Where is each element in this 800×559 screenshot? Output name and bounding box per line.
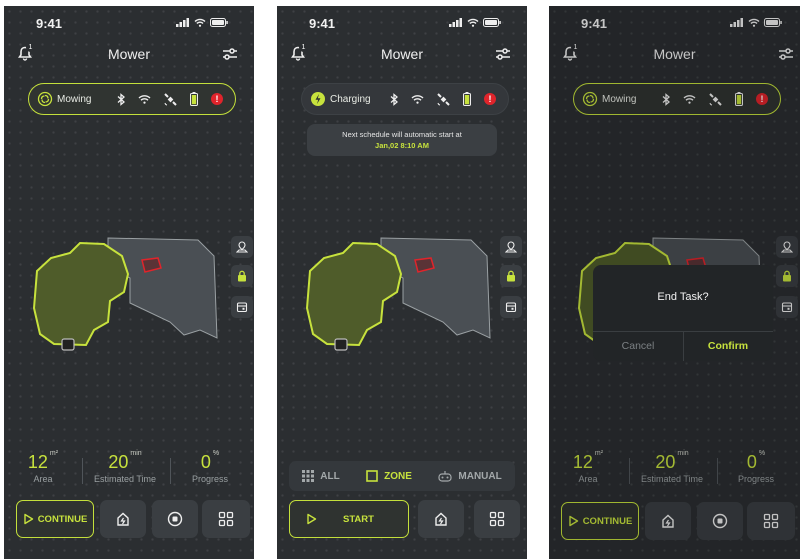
stat-unit: m² <box>49 450 59 457</box>
screen-charging: 9:41 1 Mower Charging ! Next schedule wi… <box>277 6 527 559</box>
continue-button[interactable]: CONTINUE <box>16 500 94 538</box>
return-home-button[interactable] <box>418 500 464 538</box>
cancel-button[interactable]: Cancel <box>593 331 683 361</box>
menu-grid-button[interactable] <box>202 500 250 538</box>
system-status-icons <box>176 18 228 27</box>
stat-label: Progress <box>191 474 228 484</box>
tab-label: ZONE <box>384 470 412 482</box>
stop-button[interactable] <box>152 500 198 538</box>
tab-zone[interactable]: ZONE <box>366 470 412 482</box>
task-stats: 12 m² Area 20 min Estimated Time 0% Progre… <box>4 450 254 492</box>
settings-button[interactable] <box>495 47 511 66</box>
screen-mowing: 9:41 1 Mower Mowing ! 12 m² Area 20 min … <box>4 6 254 559</box>
calendar-button[interactable] <box>231 296 253 318</box>
home-icon <box>435 512 447 526</box>
tab-manual[interactable]: MANUAL <box>438 470 502 482</box>
stat-label: Estimated Time <box>93 474 157 484</box>
tab-all[interactable]: ALL <box>302 470 340 482</box>
status-time: 9:41 <box>36 16 63 31</box>
lock-button[interactable] <box>231 265 253 287</box>
calendar-button[interactable] <box>500 296 522 318</box>
device-state-label: Mowing <box>57 93 92 105</box>
alert-icon[interactable]: ! <box>484 93 496 105</box>
stat-value: 0 <box>200 452 211 472</box>
mowing-icon <box>37 91 53 107</box>
continue-label: CONTINUE <box>37 513 88 525</box>
lock-icon <box>238 270 246 282</box>
filter-icon <box>496 48 510 60</box>
lock-icon <box>507 270 515 282</box>
wifi-status-icon <box>467 18 479 27</box>
filter-icon <box>223 48 237 60</box>
lawn-map[interactable] <box>4 226 254 356</box>
stat-estimated-time: 20 min Estimated Time <box>90 450 160 484</box>
confirm-button[interactable]: Confirm <box>683 331 773 361</box>
stat-value: 20 <box>108 452 129 472</box>
signal-icon <box>176 18 189 27</box>
calendar-icon <box>236 302 248 313</box>
schedule-notice: Next schedule will automatic start at Ja… <box>307 124 497 156</box>
grid-all-icon <box>302 470 315 482</box>
battery-icon <box>463 92 471 106</box>
settings-button[interactable] <box>222 47 238 66</box>
device-state-label: Charging <box>330 93 371 105</box>
dialog-title: End Task? <box>657 291 709 303</box>
stat-unit: min <box>130 450 142 457</box>
map-pin-button[interactable] <box>231 236 253 258</box>
lock-button[interactable] <box>500 265 522 287</box>
satellite-icon <box>164 92 177 106</box>
system-status-icons <box>449 18 501 27</box>
grid-icon <box>218 511 234 527</box>
start-button[interactable]: START <box>289 500 409 538</box>
notice-text: Next schedule will automatic start at <box>342 130 462 139</box>
home-icon <box>117 512 129 526</box>
tab-label: ALL <box>320 470 340 482</box>
stop-icon <box>167 511 183 527</box>
start-label: START <box>343 513 374 525</box>
stat-unit: % <box>212 450 220 457</box>
notice-datetime: Jan,02 8:10 AM <box>375 141 429 150</box>
return-home-button[interactable] <box>100 500 146 538</box>
tab-label: MANUAL <box>458 470 502 482</box>
wifi-status-icon <box>194 18 206 27</box>
satellite-icon <box>437 92 450 106</box>
alert-icon[interactable]: ! <box>211 93 223 105</box>
wifi-icon <box>138 95 151 104</box>
page-title: Mower <box>107 46 150 62</box>
map-pin-icon <box>505 241 517 253</box>
gamepad-icon <box>438 471 453 482</box>
bluetooth-icon <box>390 92 398 106</box>
wifi-icon <box>411 95 424 104</box>
signal-icon <box>449 18 462 27</box>
charging-icon <box>311 92 325 106</box>
map-pin-icon <box>236 241 248 253</box>
stat-progress: 0% Progress <box>175 450 245 484</box>
status-time: 9:41 <box>309 16 336 31</box>
menu-grid-button[interactable] <box>474 500 520 538</box>
play-icon <box>23 513 33 525</box>
zone-icon <box>366 470 378 482</box>
battery-status-icon <box>210 18 228 27</box>
calendar-icon <box>505 302 517 313</box>
page-title: Mower <box>380 46 423 62</box>
battery-status-icon <box>483 18 501 27</box>
stat-area: 12 m² Area <box>8 450 78 484</box>
grid-icon <box>489 511 505 527</box>
map-pin-button[interactable] <box>500 236 522 258</box>
device-status-pill[interactable]: Mowing ! <box>28 83 236 115</box>
lawn-map[interactable] <box>277 226 527 356</box>
screen-end-task: 9:41 1 Mower Mowing ! 12 m² Area 20 min … <box>549 6 800 559</box>
play-icon <box>307 513 317 525</box>
stat-label: Area <box>33 474 53 484</box>
bluetooth-icon <box>117 92 125 106</box>
stat-value: 12 <box>27 452 48 472</box>
device-status-pill[interactable]: Charging ! <box>301 83 509 115</box>
battery-icon <box>190 92 198 106</box>
end-task-dialog: End Task? Cancel Confirm <box>593 265 773 361</box>
mode-tabs: ALL ZONE MANUAL <box>289 461 515 491</box>
